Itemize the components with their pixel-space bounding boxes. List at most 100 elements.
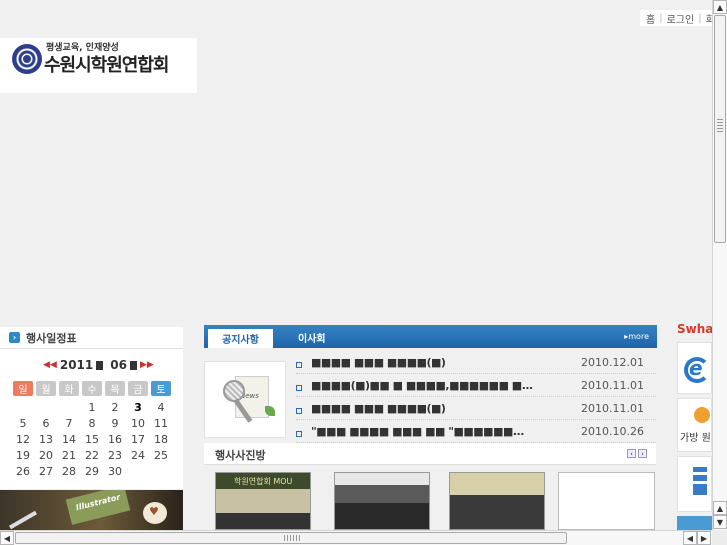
calendar-day[interactable]: 3 <box>128 401 148 416</box>
calendar-day[interactable]: 7 <box>59 417 79 432</box>
event-photo[interactable] <box>558 472 655 530</box>
notice-title[interactable]: ■■■■ ■■■ ■■■■(■) <box>311 402 549 415</box>
notice-date: 2010.10.26 <box>581 424 644 438</box>
notice-date: 2010.11.01 <box>581 401 644 415</box>
scroll-right-button[interactable]: ▶ <box>697 531 711 545</box>
calendar-day[interactable]: 2 <box>105 401 125 416</box>
calendar-day[interactable]: 8 <box>82 417 102 432</box>
event-photo[interactable] <box>334 472 430 530</box>
emblem-icon <box>12 44 42 74</box>
link-banner[interactable]: 가방 원투 <box>677 398 712 452</box>
calendar-day[interactable]: 9 <box>105 417 125 432</box>
calendar: ◀◀ 2011 06 ▶▶ 일월화수목금토 1 2 3 4 5 6 7 8 9 10 11 12 13 1… <box>0 349 183 489</box>
event-photo[interactable] <box>449 472 545 530</box>
calendar-day[interactable]: 10 <box>128 417 148 432</box>
weekday-label: 토 <box>151 381 171 396</box>
calendar-day[interactable]: 17 <box>128 433 148 448</box>
bullet-icon <box>296 431 302 437</box>
calendar-day <box>13 401 33 416</box>
login-link[interactable]: 로그인 <box>667 11 695 26</box>
flower-icon <box>694 407 710 423</box>
schedule-title: 행사일정표 <box>26 331 77 345</box>
calendar-day[interactable]: 4 <box>151 401 171 416</box>
nav-separator: | <box>698 12 702 24</box>
calendar-day[interactable]: 12 <box>13 433 33 448</box>
calendar-day[interactable]: 24 <box>128 449 148 464</box>
calendar-day[interactable]: 20 <box>36 449 56 464</box>
weekday-header: 일월화수목금토 <box>13 381 171 396</box>
scroll-down-button[interactable]: ▼ <box>713 515 727 529</box>
calendar-day[interactable]: 27 <box>36 465 56 480</box>
list-item[interactable]: ■■■■ ■■■ ■■■■(■) 2010.12.01 <box>296 351 656 374</box>
list-item[interactable]: "■■■ ■■■■ ■■■ ■■ "■■■■■■... 2010.10.26 <box>296 420 656 443</box>
calendar-day[interactable]: 13 <box>36 433 56 448</box>
calendar-day[interactable]: 11 <box>151 417 171 432</box>
home-link[interactable]: 홈 <box>646 11 655 26</box>
calendar-day[interactable]: 29 <box>82 465 102 480</box>
vertical-scroll-thumb[interactable] <box>714 15 726 243</box>
coffee-cup-icon <box>143 502 167 524</box>
photo-gallery-title: 행사사진방 <box>215 449 266 462</box>
chevron-right-icon: › <box>9 332 20 343</box>
calendar-day[interactable]: 30 <box>105 465 125 480</box>
list-item[interactable]: ■■■■ ■■■ ■■■■(■) 2010.11.01 <box>296 397 656 420</box>
calendar-day[interactable]: 16 <box>105 433 125 448</box>
link-banner-text: 가방 원투 <box>680 433 711 444</box>
prev-photo-button[interactable]: ‹ <box>627 449 636 458</box>
weekday-label: 화 <box>59 381 79 396</box>
photo-gallery-header: 행사사진방 ‹ › <box>204 443 656 465</box>
photo-caption: 학원연합회 MOU <box>234 477 293 486</box>
calendar-day[interactable]: 25 <box>151 449 171 464</box>
notice-date: 2010.11.01 <box>581 378 644 392</box>
weekday-label: 일 <box>13 381 33 396</box>
site-logo[interactable]: 평생교육, 인재양성 수원시학원연합회 <box>0 38 197 93</box>
scroll-left-button[interactable]: ◀ <box>0 531 14 545</box>
calendar-day[interactable]: 5 <box>13 417 33 432</box>
more-link[interactable]: ▸more <box>624 332 649 341</box>
calendar-day[interactable]: 28 <box>59 465 79 480</box>
calendar-day[interactable]: 22 <box>82 449 102 464</box>
tower-banner[interactable] <box>677 456 712 512</box>
calendar-day[interactable]: 23 <box>105 449 125 464</box>
calendar-day[interactable]: 21 <box>59 449 79 464</box>
microphone-icon <box>223 380 245 402</box>
next-photo-button[interactable]: › <box>638 449 647 458</box>
right-panel-title: Swhak <box>677 322 712 336</box>
vertical-scrollbar[interactable]: ▲ ▲ ▼ <box>712 0 727 530</box>
notice-date: 2010.12.01 <box>581 355 644 369</box>
calendar-day[interactable]: 15 <box>82 433 102 448</box>
scrollbar-corner <box>712 530 727 545</box>
missing-glyph <box>129 360 137 370</box>
horizontal-scroll-thumb[interactable] <box>15 532 567 544</box>
schedule-header: › 행사일정표 <box>0 327 183 349</box>
calendar-grid: 1 2 3 4 5 6 7 8 9 10 11 12 13 14 15 16 17 18 19 20 21 22 23 24 2… <box>13 401 171 480</box>
weekday-label: 금 <box>128 381 148 396</box>
photo-nav: ‹ › <box>627 449 647 458</box>
calendar-month: 06 <box>110 358 127 372</box>
next-month-icon[interactable]: ▶▶ <box>140 360 154 370</box>
top-nav: 홈 | 로그인 | 회 <box>640 10 713 26</box>
promo-banner[interactable]: Illustrator <box>0 490 183 530</box>
calendar-day[interactable]: 19 <box>13 449 33 464</box>
horizontal-scrollbar[interactable]: ◀ ◀ ▶ <box>0 530 712 545</box>
list-item[interactable]: ■■■■(■)■■ ■ ■■■■,■■■■■■ ■... 2010.11.01 <box>296 374 656 397</box>
notice-title[interactable]: "■■■ ■■■■ ■■■ ■■ "■■■■■■... <box>311 425 549 438</box>
calendar-day[interactable]: 26 <box>13 465 33 480</box>
calendar-day[interactable]: 1 <box>82 401 102 416</box>
scroll-up-button[interactable]: ▲ <box>713 0 727 14</box>
scroll-up-button[interactable]: ▲ <box>713 501 727 515</box>
prev-month-icon[interactable]: ◀◀ <box>43 360 57 370</box>
browser-e-icon: e <box>689 356 703 380</box>
notice-list: ■■■■ ■■■ ■■■■(■) 2010.12.01 ■■■■(■)■■ ■ … <box>296 351 656 443</box>
tab-notice[interactable]: 공지사항 <box>208 329 273 348</box>
tab-board-meeting[interactable]: 이사회 <box>298 330 326 345</box>
calendar-day[interactable]: 6 <box>36 417 56 432</box>
ie-banner[interactable]: e <box>677 342 712 394</box>
weekday-label: 수 <box>82 381 102 396</box>
event-photo[interactable]: 학원연합회 MOU <box>215 472 311 530</box>
notice-title[interactable]: ■■■■(■)■■ ■ ■■■■,■■■■■■ ■... <box>311 379 549 392</box>
calendar-day[interactable]: 18 <box>151 433 171 448</box>
notice-title[interactable]: ■■■■ ■■■ ■■■■(■) <box>311 356 549 369</box>
scroll-left-button[interactable]: ◀ <box>683 531 697 545</box>
calendar-day[interactable]: 14 <box>59 433 79 448</box>
